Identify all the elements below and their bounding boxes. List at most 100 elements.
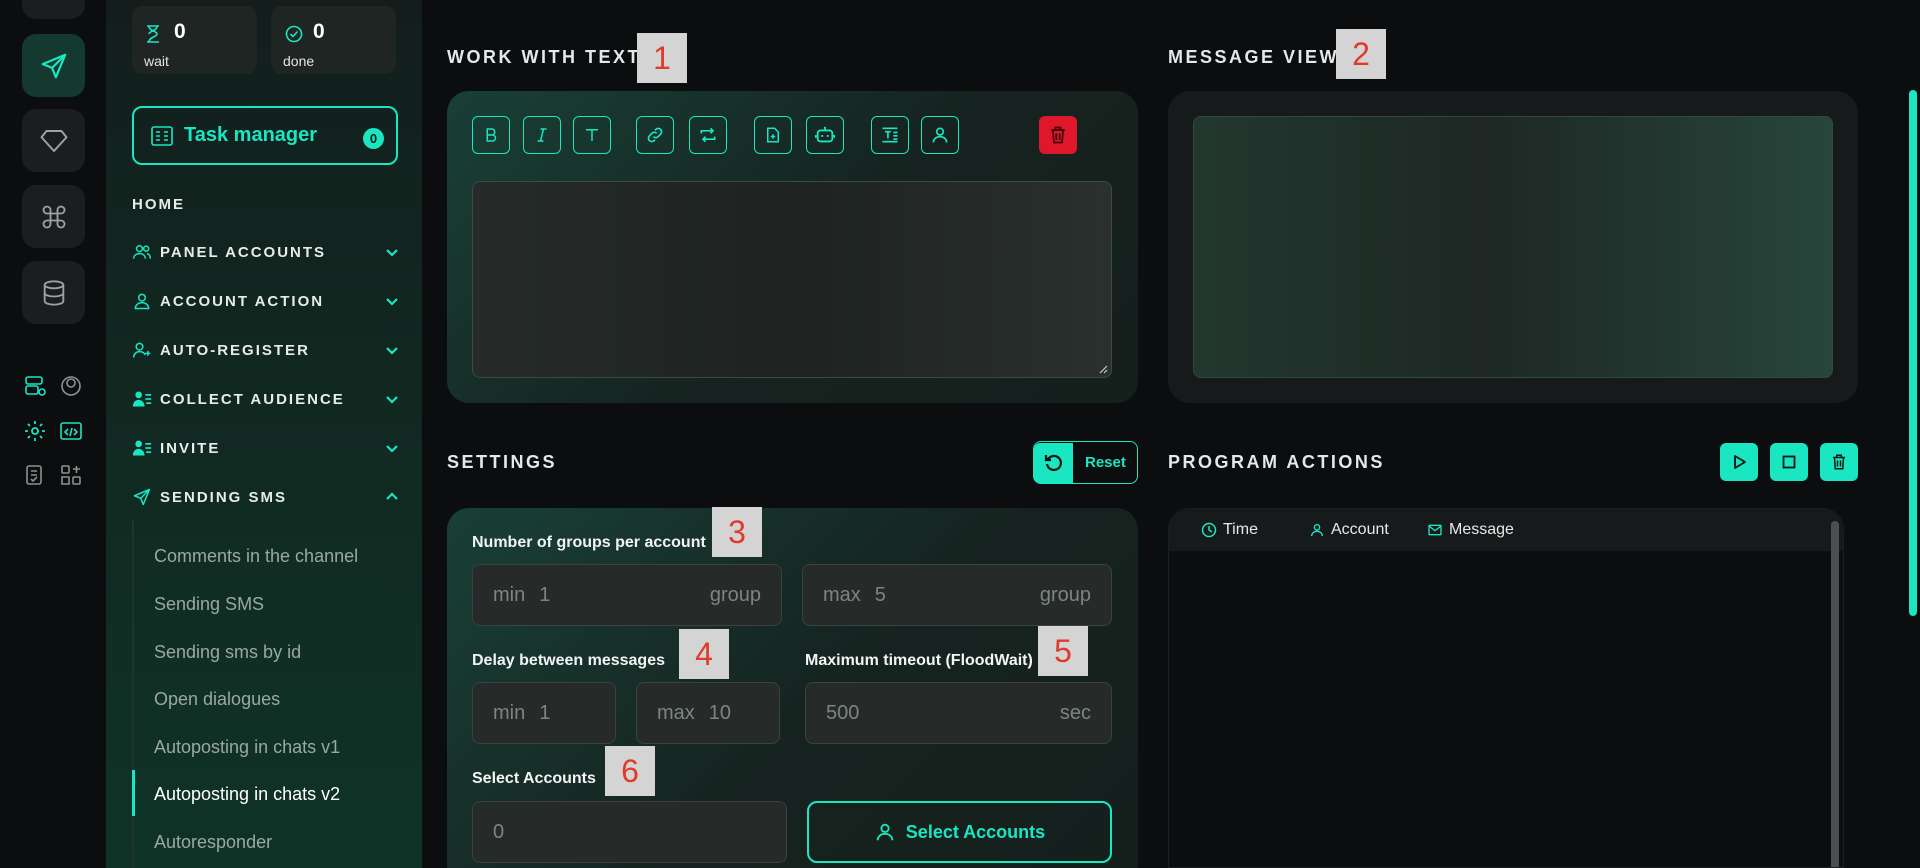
marker-4: 4	[679, 629, 729, 679]
reset-button[interactable]: Reset	[1033, 441, 1138, 484]
user-pin-icon[interactable]	[57, 372, 85, 400]
reset-icon	[1044, 454, 1062, 471]
stop-button[interactable]	[1770, 443, 1808, 481]
nav-home[interactable]: HOME	[132, 196, 185, 213]
play-icon	[1734, 455, 1746, 469]
sub-item-comments[interactable]: Comments in the channel	[154, 546, 358, 567]
resize-handle-icon[interactable]	[1098, 364, 1108, 374]
file-plus-button[interactable]	[754, 116, 792, 154]
format-text-button[interactable]	[871, 116, 909, 154]
wait-count: 0	[174, 20, 186, 43]
checklist-icon[interactable]	[21, 461, 49, 489]
delay-between-messages-label: Delay between messages	[472, 652, 665, 669]
start-button[interactable]	[1720, 443, 1758, 481]
nav-panel-accounts[interactable]: PANEL ACCOUNTS	[132, 238, 400, 266]
sub-item-sending-sms-by-id[interactable]: Sending sms by id	[154, 642, 301, 663]
sub-item-open-dialogues[interactable]: Open dialogues	[154, 689, 280, 710]
rail-command-button[interactable]	[22, 185, 85, 248]
user-list-icon	[132, 391, 152, 407]
user-icon	[134, 293, 150, 310]
trash-icon	[1051, 126, 1065, 144]
sub-item-autoresponder[interactable]: Autoresponder	[154, 832, 272, 853]
file-plus-icon	[767, 127, 779, 143]
repeat-icon	[700, 127, 716, 143]
delay-max-input[interactable]: max 10	[636, 682, 780, 744]
active-indicator	[132, 770, 135, 816]
gear-icon[interactable]	[21, 417, 49, 445]
repeat-button[interactable]	[689, 116, 727, 154]
log-scrollbar[interactable]	[1831, 521, 1839, 867]
message-preview	[1193, 116, 1833, 378]
sending-sms-submenu: Comments in the channel Sending SMS Send…	[132, 520, 402, 868]
wait-label: wait	[144, 53, 169, 69]
icon-rail	[0, 0, 106, 868]
sub-item-autoposting-v1[interactable]: Autoposting in chats v1	[154, 737, 340, 758]
message-view-title: MESSAGE VIEW	[1168, 47, 1340, 67]
settings-title: SETTINGS	[447, 452, 558, 472]
nav-invite[interactable]: INVITE	[132, 434, 400, 462]
bold-button[interactable]	[472, 116, 510, 154]
task-manager-label: Task manager	[184, 124, 318, 146]
text-icon	[586, 129, 598, 141]
rail-database-button[interactable]	[22, 261, 85, 324]
done-counter: 0 done	[271, 6, 396, 74]
select-accounts-button[interactable]: Select Accounts	[807, 801, 1112, 863]
diamond-icon	[40, 129, 67, 152]
chevron-down-icon	[386, 445, 398, 453]
program-actions-title: PROGRAM ACTIONS	[1168, 452, 1385, 472]
marker-6: 6	[605, 746, 655, 796]
groups-per-account-label: Number of groups per account	[472, 534, 706, 551]
format-text-icon	[882, 127, 898, 143]
groups-min-input[interactable]: min 1 group	[472, 564, 782, 626]
text-button[interactable]	[573, 116, 611, 154]
message-text-input[interactable]	[472, 181, 1112, 378]
floodwait-timeout-label: Maximum timeout (FloodWait)	[805, 652, 1033, 669]
user-icon	[876, 823, 894, 841]
select-accounts-label: Select Accounts	[472, 770, 596, 787]
floodwait-timeout-input[interactable]: 500 sec	[805, 682, 1112, 744]
nav-sending-sms[interactable]: SENDING SMS	[132, 483, 400, 511]
marker-2: 2	[1336, 29, 1386, 79]
italic-button[interactable]	[523, 116, 561, 154]
groups-max-input[interactable]: max 5 group	[802, 564, 1112, 626]
mail-icon	[1428, 524, 1442, 536]
server-check-icon[interactable]	[21, 372, 49, 400]
marker-1: 1	[637, 33, 687, 83]
nav-account-action[interactable]: ACCOUNT ACTION	[132, 287, 400, 315]
nav-auto-register[interactable]: AUTO-REGISTER	[132, 336, 400, 364]
stop-icon	[1782, 455, 1796, 469]
widgets-icon[interactable]	[57, 461, 85, 489]
select-accounts-label-text: Select Accounts	[905, 821, 1046, 842]
log-column-message: Message	[1427, 521, 1514, 539]
sub-item-autoposting-v2[interactable]: Autoposting in chats v2	[154, 784, 340, 805]
rail-send-button[interactable]	[22, 34, 85, 97]
send-icon	[41, 53, 66, 78]
link-button[interactable]	[636, 116, 674, 154]
done-count: 0	[313, 20, 325, 43]
clear-log-button[interactable]	[1820, 443, 1858, 481]
task-board-icon	[151, 125, 173, 146]
nav-collect-audience[interactable]: COLLECT AUDIENCE	[132, 385, 400, 413]
users-icon	[132, 245, 152, 259]
rail-top-button[interactable]	[22, 0, 85, 19]
code-window-icon[interactable]	[57, 417, 85, 445]
page-scrollbar[interactable]	[1909, 90, 1917, 616]
bot-button[interactable]	[806, 116, 844, 154]
sidebar: 0 wait 0 done Task manager 0 HOME PANEL …	[106, 0, 422, 868]
user-plus-icon	[132, 342, 151, 358]
chevron-down-icon	[386, 347, 398, 355]
task-manager-button[interactable]: Task manager 0	[132, 106, 398, 165]
rail-diamond-button[interactable]	[22, 109, 85, 172]
user-mention-button[interactable]	[921, 116, 959, 154]
clear-text-button[interactable]	[1039, 116, 1077, 154]
accounts-count-input[interactable]: 0	[472, 801, 787, 863]
log-column-time: Time	[1201, 521, 1258, 539]
program-actions-log: Time Account Message	[1168, 508, 1844, 868]
sub-item-sending-sms[interactable]: Sending SMS	[154, 594, 264, 615]
italic-icon	[537, 128, 547, 142]
clock-icon	[1201, 522, 1217, 538]
bold-icon	[486, 128, 497, 142]
delay-min-input[interactable]: min 1	[472, 682, 616, 744]
log-column-account: Account	[1309, 521, 1389, 539]
reset-label: Reset	[1085, 454, 1126, 471]
